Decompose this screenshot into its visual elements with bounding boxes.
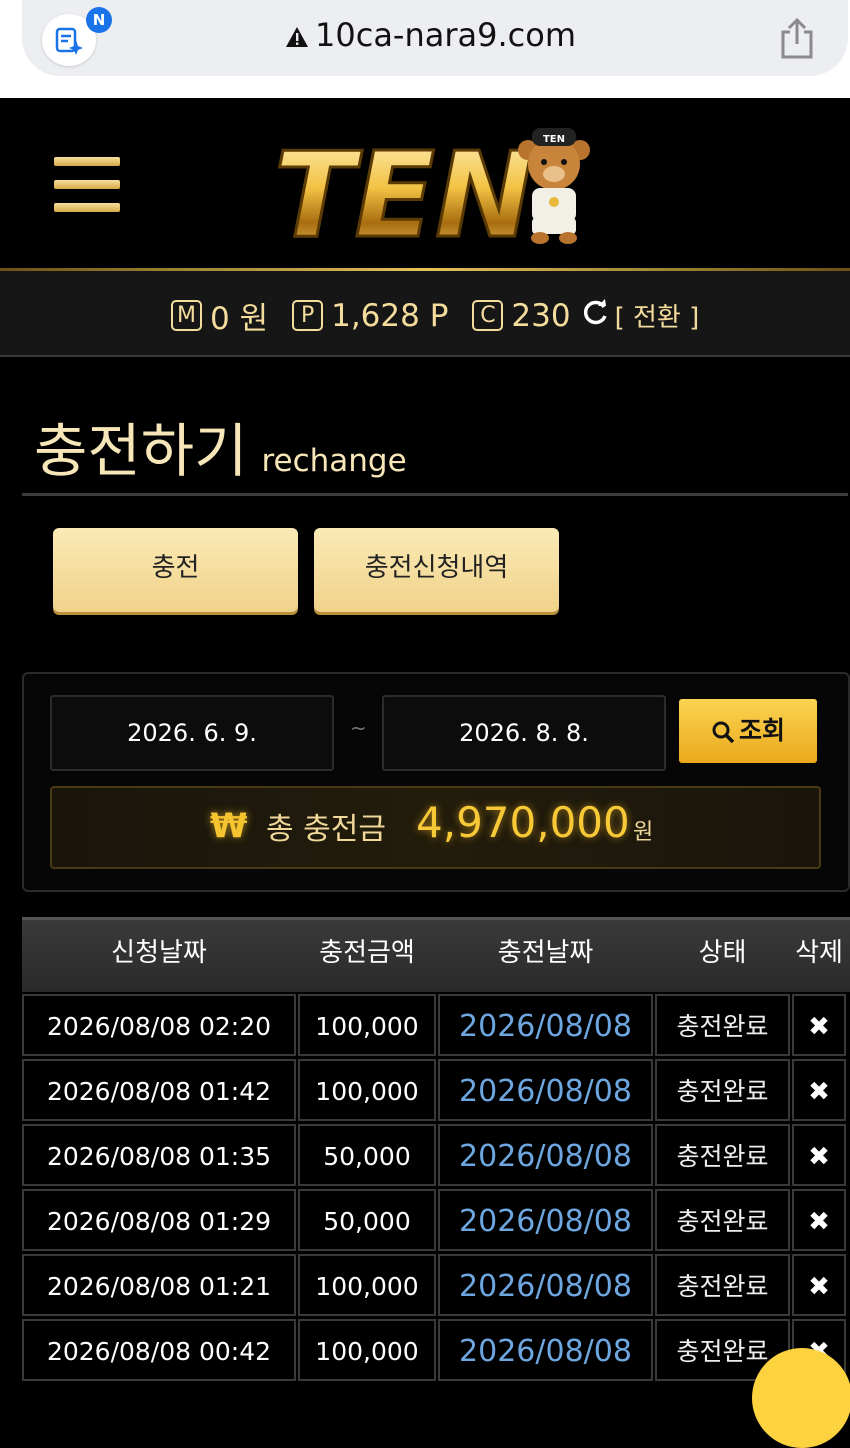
table-cell-status: 충전완료 bbox=[655, 994, 790, 1056]
table-cell-amount: 50,000 bbox=[298, 1189, 436, 1251]
col-header-delete: 삭제 bbox=[795, 938, 843, 968]
menu-icon[interactable] bbox=[54, 157, 120, 213]
note-ai-icon bbox=[55, 27, 83, 55]
table-cell-amount: 100,000 bbox=[298, 1319, 436, 1381]
svg-text:TEN: TEN bbox=[543, 134, 565, 145]
total-label: 총 충전금 bbox=[266, 812, 386, 847]
end-date-input[interactable]: 2026. 8. 8. bbox=[382, 695, 666, 771]
balance-bar: M 0 원 P 1,628 P C 230 [ 전환 ] bbox=[0, 271, 850, 357]
table-cell-charged[interactable]: 2026/08/08 bbox=[438, 1124, 653, 1186]
table-cell-status: 충전완료 bbox=[655, 1189, 790, 1251]
coin-balance: 230 bbox=[511, 297, 571, 334]
delete-icon[interactable]: ✖ bbox=[792, 1124, 846, 1186]
table-cell-charged[interactable]: 2026/08/08 bbox=[438, 1059, 653, 1121]
table-cell-requested: 2026/08/08 01:29 bbox=[22, 1189, 296, 1251]
page-title: 충전하기 rechange bbox=[34, 404, 407, 488]
table-cell-charged[interactable]: 2026/08/08 bbox=[438, 1254, 653, 1316]
table-cell-requested: 2026/08/08 02:20 bbox=[22, 994, 296, 1056]
search-button-label: 조회 bbox=[738, 716, 785, 745]
col-header-amount: 충전금액 bbox=[319, 938, 415, 968]
share-icon bbox=[781, 17, 813, 59]
col-header-status: 상태 bbox=[698, 938, 747, 968]
total-amount: 4,970,000 bbox=[416, 798, 630, 847]
points-icon: P bbox=[292, 300, 324, 331]
delete-icon[interactable]: ✖ bbox=[792, 1254, 846, 1316]
search-button[interactable]: 조회 bbox=[679, 699, 817, 763]
site-logo[interactable]: TEN TEN bbox=[270, 118, 600, 266]
money-icon: M bbox=[171, 300, 202, 331]
page-title-text: 충전하기 bbox=[34, 417, 248, 485]
title-divider bbox=[22, 493, 848, 496]
page-subtitle: rechange bbox=[261, 443, 407, 479]
svg-text:TEN: TEN bbox=[274, 126, 534, 248]
browser-toolbar: N 10ca-nara9.com bbox=[0, 0, 850, 98]
table-cell-requested: 2026/08/08 01:42 bbox=[22, 1059, 296, 1121]
table-cell-amount: 100,000 bbox=[298, 1254, 436, 1316]
table-cell-charged[interactable]: 2026/08/08 bbox=[438, 1319, 653, 1381]
table-cell-charged[interactable]: 2026/08/08 bbox=[438, 1189, 653, 1251]
ten-logo: TEN TEN bbox=[273, 125, 590, 266]
col-header-charged: 충전날짜 bbox=[497, 938, 594, 968]
warning-icon bbox=[286, 27, 308, 47]
url-label: 10ca-nara9.com bbox=[315, 16, 576, 54]
table-cell-charged[interactable]: 2026/08/08 bbox=[438, 994, 653, 1056]
delete-icon[interactable]: ✖ bbox=[792, 1059, 846, 1121]
table-cell-amount: 100,000 bbox=[298, 994, 436, 1056]
table-cell-requested: 2026/08/08 01:35 bbox=[22, 1124, 296, 1186]
start-date-input[interactable]: 2026. 6. 9. bbox=[50, 695, 334, 771]
table-cell-status: 충전완료 bbox=[655, 1124, 790, 1186]
coin-icon: C bbox=[472, 300, 504, 331]
col-header-requested: 신청날짜 bbox=[111, 938, 207, 968]
table-cell-amount: 100,000 bbox=[298, 1059, 436, 1121]
table-cell-status: 충전완료 bbox=[655, 1059, 790, 1121]
tab-charge[interactable]: 충전 bbox=[53, 528, 298, 612]
url-text[interactable]: 10ca-nara9.com bbox=[285, 16, 576, 54]
ext-badge: N bbox=[86, 7, 112, 33]
convert-link[interactable]: [ 전환 ] bbox=[615, 297, 700, 334]
search-icon bbox=[712, 721, 735, 744]
table-cell-requested: 2026/08/08 01:21 bbox=[22, 1254, 296, 1316]
tab-charge-history[interactable]: 충전신청내역 bbox=[314, 528, 559, 612]
delete-icon[interactable]: ✖ bbox=[792, 1189, 846, 1251]
table-cell-amount: 50,000 bbox=[298, 1124, 436, 1186]
money-balance: 0 원 bbox=[210, 301, 269, 337]
table-cell-requested: 2026/08/08 00:42 bbox=[22, 1319, 296, 1381]
refresh-icon[interactable] bbox=[581, 298, 609, 334]
table-cell-status: 충전완료 bbox=[655, 1254, 790, 1316]
delete-icon[interactable]: ✖ bbox=[792, 994, 846, 1056]
points-balance: 1,628 P bbox=[331, 297, 449, 334]
share-button[interactable] bbox=[778, 17, 816, 64]
date-separator: ~ bbox=[350, 716, 367, 740]
won-icon: ₩ bbox=[210, 806, 248, 846]
floating-chat-button[interactable] bbox=[752, 1348, 850, 1448]
total-unit: 원 bbox=[633, 820, 654, 845]
